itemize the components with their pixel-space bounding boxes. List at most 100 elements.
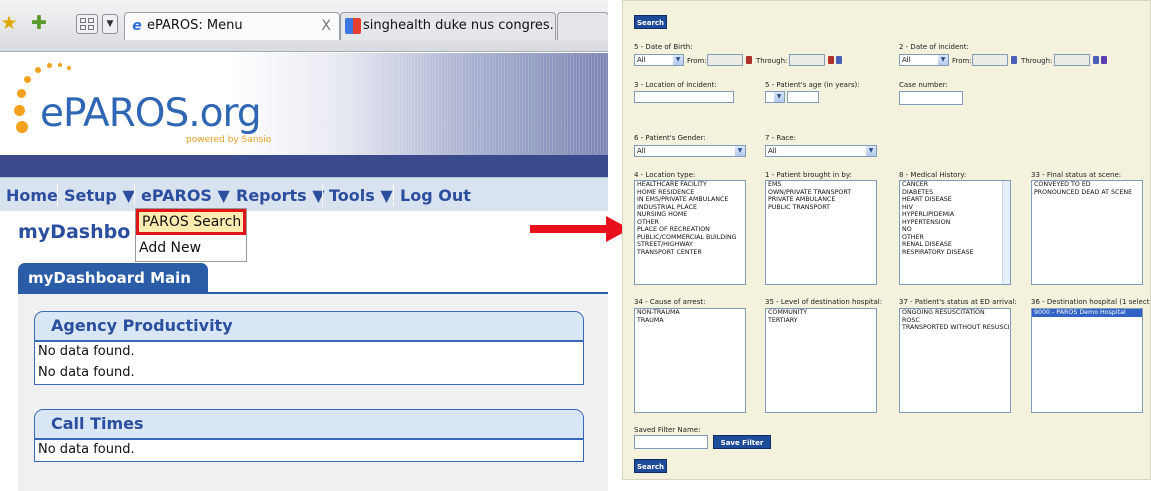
tab-list-chevron-icon[interactable]: ▼ xyxy=(102,14,118,34)
doi-label: 2 - Date of incident: xyxy=(899,43,969,51)
location-type-listbox[interactable]: HEALTHCARE FACILITY HOME RESIDENCE IN EMS/… xyxy=(634,180,746,285)
listbox-option[interactable]: OWN/PRIVATE TRANSPORT xyxy=(766,189,876,197)
eparos-dropdown-menu: PAROS Search Add New xyxy=(135,208,247,262)
location-incident-label: 3 - Location of incident: xyxy=(634,81,717,89)
save-filter-button[interactable]: Save Filter xyxy=(713,435,771,449)
brought-in-by-label: 1 - Patient brought in by: xyxy=(765,171,852,179)
search-button-bottom[interactable]: Search xyxy=(634,459,667,473)
left-screenshot: ★ ✚ ▼ e ePAROS: Menu X singhealth duke n… xyxy=(0,0,608,491)
final-status-listbox[interactable]: CONVEYED TO ED PRONOUNCED DEAD AT SCENE xyxy=(1031,180,1143,285)
menu-home[interactable]: Home xyxy=(6,186,58,205)
doi-from-label: From: xyxy=(952,57,972,65)
destination-hospital-listbox[interactable]: 9000 - PAROS Demo Hospital xyxy=(1031,308,1143,413)
dob-select-value: All xyxy=(637,56,646,64)
listbox-option[interactable]: HIV xyxy=(900,204,1010,212)
cause-of-arrest-listbox[interactable]: NON-TRAUMA TRAUMA xyxy=(634,308,746,413)
ed-status-listbox[interactable]: ONGOING RESUSCITATION ROSC TRANSPORTED WIT… xyxy=(899,308,1011,413)
tab-mydashboard-main[interactable]: myDashboard Main xyxy=(18,263,208,293)
doi-from-input[interactable] xyxy=(972,54,1008,66)
listbox-option[interactable]: INDUSTRIAL PLACE xyxy=(635,204,745,212)
location-incident-input[interactable] xyxy=(634,91,734,103)
race-select[interactable]: All ▼ xyxy=(765,145,877,157)
listbox-option[interactable]: RESPIRATORY DISEASE xyxy=(900,249,1010,257)
panel-title: Agency Productivity xyxy=(34,311,584,342)
clear-icon[interactable] xyxy=(836,56,842,64)
listbox-option[interactable]: TRAUMA xyxy=(635,317,745,325)
new-tab-button[interactable] xyxy=(557,12,608,40)
destination-level-listbox[interactable]: COMMUNITY TERTIARY xyxy=(765,308,877,413)
calendar-icon[interactable] xyxy=(1093,56,1099,64)
star-icon[interactable]: ★ xyxy=(0,12,20,34)
listbox-option[interactable]: NURSING HOME xyxy=(635,211,745,219)
listbox-option[interactable]: HYPERTENSION xyxy=(900,219,1010,227)
listbox-option[interactable]: PLACE OF RECREATION xyxy=(635,226,745,234)
powered-by-text: powered by Sansio xyxy=(186,135,272,145)
listbox-option[interactable]: HEART DISEASE xyxy=(900,196,1010,204)
ie-logo-icon: e xyxy=(132,18,142,34)
menu-tools[interactable]: Tools ▼ xyxy=(329,186,393,205)
listbox-option[interactable]: ONGOING RESUSCITATION xyxy=(900,309,1010,317)
listbox-option[interactable]: EMS xyxy=(766,181,876,189)
listbox-option[interactable]: NON-TRAUMA xyxy=(635,309,745,317)
close-tab-icon[interactable]: X xyxy=(321,13,331,39)
listbox-option[interactable]: IN EMS/PRIVATE AMBULANCE xyxy=(635,196,745,204)
brought-in-by-listbox[interactable]: EMS OWN/PRIVATE TRANSPORT PRIVATE AMBULANC… xyxy=(765,180,877,285)
listbox-option[interactable]: HYPERLIPIDEMIA xyxy=(900,211,1010,219)
age-input[interactable] xyxy=(787,91,819,103)
listbox-option[interactable]: TRANSPORT CENTER xyxy=(635,249,745,257)
panel-row: No data found. xyxy=(38,442,135,457)
listbox-option[interactable]: OTHER xyxy=(635,219,745,227)
listbox-option[interactable]: STREET/HIGHWAY xyxy=(635,241,745,249)
gender-label: 6 - Patient's Gender: xyxy=(634,134,706,142)
page-title: myDashbo xyxy=(18,221,131,243)
dob-select[interactable]: All ▼ xyxy=(634,54,684,66)
gender-select[interactable]: All ▼ xyxy=(634,145,746,157)
case-number-input[interactable] xyxy=(899,91,963,105)
menu-logout[interactable]: Log Out xyxy=(400,186,471,205)
cause-of-arrest-label: 34 - Cause of arrest: xyxy=(634,298,706,306)
listbox-option[interactable]: CONVEYED TO ED xyxy=(1032,181,1142,189)
listbox-option[interactable]: DIABETES xyxy=(900,189,1010,197)
listbox-option[interactable]: HOME RESIDENCE xyxy=(635,189,745,197)
tab-grid-icon[interactable] xyxy=(76,14,98,34)
listbox-option[interactable]: 9000 - PAROS Demo Hospital xyxy=(1032,309,1142,317)
medical-history-listbox[interactable]: CANCER DIABETES HEART DISEASE HIV HYPERLIPID… xyxy=(899,180,1011,285)
clear-icon[interactable] xyxy=(1101,56,1107,64)
listbox-option[interactable]: OTHER xyxy=(900,234,1010,242)
menu-setup[interactable]: Setup ▼ xyxy=(64,186,135,205)
listbox-option[interactable]: NO xyxy=(900,226,1010,234)
listbox-option[interactable]: HEALTHCARE FACILITY xyxy=(635,181,745,189)
listbox-option[interactable]: PRIVATE AMBULANCE xyxy=(766,196,876,204)
listbox-option[interactable]: CANCER xyxy=(900,181,1010,189)
calendar-icon[interactable] xyxy=(1011,56,1017,64)
calendar-icon[interactable] xyxy=(746,56,752,64)
listbox-option[interactable]: PUBLIC TRANSPORT xyxy=(766,204,876,212)
listbox-option[interactable]: RENAL DISEASE xyxy=(900,241,1010,249)
listbox-option[interactable]: COMMUNITY xyxy=(766,309,876,317)
menu-reports[interactable]: Reports ▼ xyxy=(236,186,325,205)
saved-filter-input[interactable] xyxy=(634,435,708,449)
add-bookmark-icon[interactable]: ✚ xyxy=(28,12,50,34)
menu-item-add-new[interactable]: Add New xyxy=(136,239,246,259)
doi-select[interactable]: All ▼ xyxy=(899,54,949,66)
destination-hospital-label: 36 - Destination hospital (1 selected): … xyxy=(1031,298,1150,306)
tab-label: singhealth duke nus congres... xyxy=(363,18,556,33)
dob-from-input[interactable] xyxy=(707,54,743,66)
listbox-option[interactable]: TRANSPORTED WITHOUT RESUSCI xyxy=(900,324,1010,332)
site-banner: ePAROS.org xyxy=(0,53,608,155)
listbox-option[interactable]: PUBLIC/COMMERCIAL BUILDING xyxy=(635,234,745,242)
listbox-option[interactable]: TERTIARY xyxy=(766,317,876,325)
listbox-option[interactable]: PRONOUNCED DEAD AT SCENE xyxy=(1032,189,1142,197)
tab-epaross-menu[interactable]: e ePAROS: Menu X xyxy=(124,12,340,40)
menu-eparos[interactable]: ePAROS ▼ xyxy=(141,186,230,205)
menu-item-paros-search[interactable]: PAROS Search xyxy=(136,209,246,235)
dob-through-input[interactable] xyxy=(789,54,825,66)
chevron-down-icon: ▼ xyxy=(774,92,784,102)
age-operator-select[interactable]: ▼ xyxy=(765,91,785,103)
scrollbar[interactable] xyxy=(1002,181,1010,284)
tab-singhealth[interactable]: singhealth duke nus congres... xyxy=(340,12,556,40)
calendar-icon[interactable] xyxy=(828,56,834,64)
doi-through-input[interactable] xyxy=(1054,54,1090,66)
search-button[interactable]: Search xyxy=(634,15,667,29)
listbox-option[interactable]: ROSC xyxy=(900,317,1010,325)
